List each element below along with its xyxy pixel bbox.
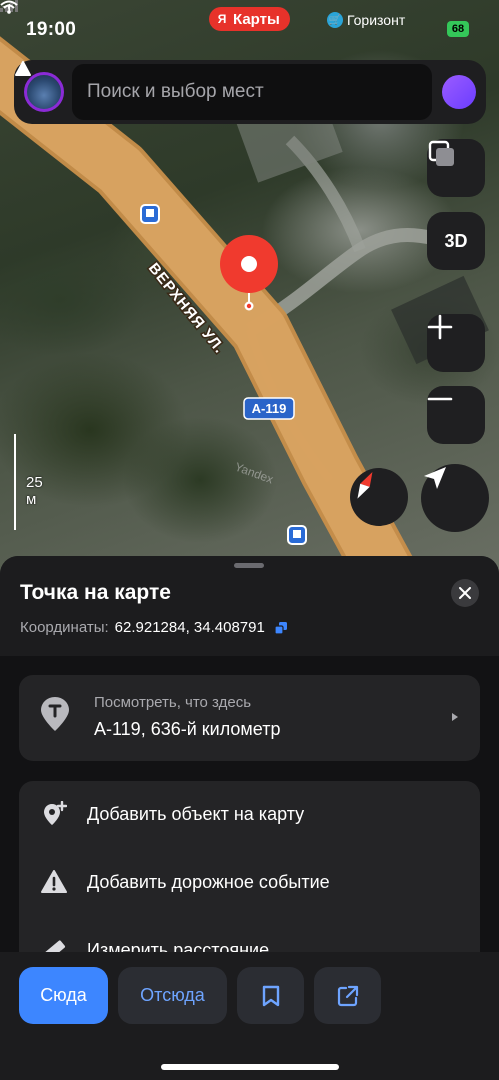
map-watermark: Yandex — [233, 460, 275, 487]
scale-line — [14, 434, 16, 530]
scale-label: 25 м — [26, 474, 43, 508]
bus-stop-icon[interactable] — [140, 204, 160, 224]
map-scale: 25 м — [14, 434, 54, 530]
coords-value: 62.921284, 34.408791 — [114, 619, 265, 636]
home-indicator[interactable] — [161, 1064, 339, 1070]
zoom-out-button[interactable] — [427, 386, 485, 444]
back-to-app-pill[interactable]: Я Карты — [209, 7, 290, 31]
yandex-logo-icon: Я — [217, 12, 227, 26]
bookmark-button[interactable] — [237, 967, 304, 1024]
sheet-header: Точка на карте Координаты: 62.921284, 34… — [0, 556, 499, 656]
svg-text:А-119: А-119 — [252, 401, 287, 416]
route-here-button[interactable]: Сюда — [19, 967, 108, 1024]
minus-icon — [427, 397, 453, 401]
whats-here-value: А-119, 636-й километр — [94, 719, 281, 739]
app-pill-label: Карты — [233, 10, 280, 28]
battery-indicator: 68 — [447, 21, 469, 37]
map-pin-icon — [41, 697, 69, 731]
map-pin-plus-icon — [44, 801, 67, 825]
layers-button[interactable] — [427, 139, 485, 197]
whats-here-subtitle: Посмотреть, что здесь — [94, 694, 252, 711]
my-location-button[interactable] — [421, 464, 489, 532]
carrier: 🛒 Горизонт — [327, 12, 405, 28]
chevron-right-icon — [452, 713, 458, 721]
shopping-cart-icon: 🛒 — [327, 12, 343, 28]
compass-icon — [357, 471, 373, 499]
3d-button[interactable]: 3D — [427, 212, 485, 270]
plus-icon — [427, 314, 453, 340]
copy-icon[interactable] — [274, 621, 287, 634]
wifi-icon — [0, 0, 18, 14]
action-label: Добавить объект на карту — [87, 803, 305, 824]
status-time: 19:00 — [26, 19, 77, 40]
status-bar: 19:00 Я Карты 🛒 Горизонт 68 — [0, 0, 499, 58]
coordinates: Координаты: 62.921284, 34.408791 — [20, 619, 287, 636]
sheet-title: Точка на карте — [20, 581, 171, 604]
route-from-button[interactable]: Отсюда — [118, 967, 227, 1024]
bus-stop-icon[interactable] — [287, 525, 307, 545]
avatar[interactable] — [24, 72, 64, 112]
zoom-in-button[interactable] — [427, 314, 485, 372]
carrier-label: Горизонт — [347, 12, 406, 28]
warning-triangle-icon — [41, 870, 67, 893]
action-label: Добавить дорожное событие — [87, 871, 330, 892]
search-input[interactable]: Поиск и выбор мест — [72, 64, 432, 120]
share-button[interactable] — [314, 967, 381, 1024]
alice-voice-assistant-icon[interactable] — [15, 61, 476, 109]
compass-button[interactable] — [350, 468, 408, 526]
add-object-button[interactable]: Добавить объект на карту — [19, 781, 480, 847]
coords-label: Координаты: — [20, 619, 109, 636]
share-icon — [337, 985, 358, 1006]
route-shield: А-119 — [243, 397, 295, 420]
close-button[interactable] — [451, 579, 479, 607]
close-icon — [459, 587, 471, 599]
navigation-arrow-icon — [424, 467, 446, 489]
layers-icon — [428, 140, 454, 166]
route-bottom-bar: Сюда Отсюда — [0, 952, 499, 1080]
sheet-grabber[interactable] — [234, 563, 264, 568]
map-view[interactable]: ВЕРХНЯЯ УЛ. А-119 Yandex 19:00 Я Карты 🛒… — [0, 0, 499, 580]
bookmark-icon — [262, 985, 279, 1006]
add-road-event-button[interactable]: Добавить дорожное событие — [19, 849, 480, 915]
whats-here-card[interactable]: Посмотреть, что здесь А-119, 636-й килом… — [19, 675, 480, 761]
search-bar: Поиск и выбор мест — [14, 60, 486, 124]
